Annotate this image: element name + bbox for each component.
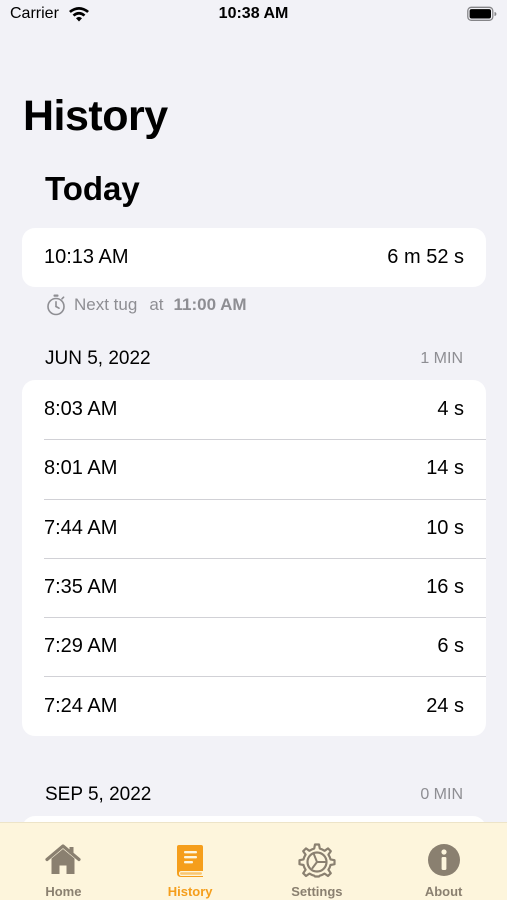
tab-label: Settings [291, 884, 343, 899]
section-card: 8:03 AM 4 s 8:01 AM 14 s 7:44 AM 10 s 7:… [22, 380, 486, 736]
entry-duration: 16 s [426, 576, 464, 599]
entry-duration: 6 s [437, 635, 464, 658]
next-tug-info: Next tug at 11:00 AM [46, 294, 247, 316]
entry-time: 7:35 AM [44, 576, 118, 599]
section-total: 1 MIN [420, 350, 463, 367]
section-date: SEP 5, 2022 [45, 784, 152, 805]
today-card: 10:13 AM 6 m 52 s [22, 228, 486, 288]
list-item[interactable]: 8:03 AM 4 s [22, 380, 486, 439]
tab-label: About [424, 884, 463, 899]
battery-icon [467, 6, 497, 21]
next-tug-label: Next tug [74, 295, 138, 314]
status-time: 10:38 AM [218, 5, 289, 22]
list-item[interactable]: 7:44 AM 10 s [22, 498, 486, 558]
list-item[interactable]: 7:24 AM 24 s [22, 676, 486, 735]
tab-history[interactable]: History [127, 823, 254, 900]
list-item[interactable]: 8:01 AM 14 s [22, 439, 486, 498]
entry-time: 8:03 AM [44, 398, 118, 421]
section-date: JUN 5, 2022 [45, 348, 151, 369]
stopwatch-icon [47, 294, 65, 316]
home-icon [45, 844, 81, 874]
page-title: History [23, 92, 168, 140]
entry-time: 10:13 AM [44, 246, 129, 269]
tab-bar: Home History Settings About [0, 822, 507, 900]
entry-time: 7:24 AM [44, 694, 118, 717]
section-total: 0 MIN [420, 786, 463, 803]
entry-time: 8:01 AM [44, 457, 118, 480]
tab-home[interactable]: Home [0, 823, 127, 900]
entry-time: 7:44 AM [44, 516, 118, 539]
tab-label: Home [45, 884, 82, 899]
book-icon [177, 845, 204, 877]
list-item[interactable]: 7:35 AM 16 s [22, 557, 486, 617]
section-header: JUN 5, 2022 1 MIN [45, 348, 463, 370]
gear-icon [298, 843, 336, 878]
tab-label: History [167, 884, 213, 899]
entry-time: 7:29 AM [44, 635, 118, 658]
entry-duration: 14 s [426, 457, 464, 480]
info-icon [427, 844, 460, 876]
list-item[interactable]: 10:13 AM 6 m 52 s [22, 228, 486, 287]
section-header: SEP 5, 2022 0 MIN [45, 784, 463, 806]
entry-duration: 10 s [426, 516, 464, 539]
next-tug-time: 11:00 AM [173, 295, 247, 314]
history-screen: Carrier 10:38 AM History Today 10:13 AM … [0, 0, 507, 900]
entry-duration: 4 s [437, 398, 464, 421]
tab-about[interactable]: About [380, 823, 507, 900]
entry-duration: 6 m 52 s [387, 246, 464, 269]
today-heading: Today [45, 170, 140, 207]
status-bar: Carrier 10:38 AM [0, 0, 507, 30]
entry-duration: 24 s [426, 694, 464, 717]
next-tug-at: at [149, 295, 164, 314]
list-item[interactable]: 7:29 AM 6 s [22, 617, 486, 676]
tab-settings[interactable]: Settings [254, 823, 381, 900]
